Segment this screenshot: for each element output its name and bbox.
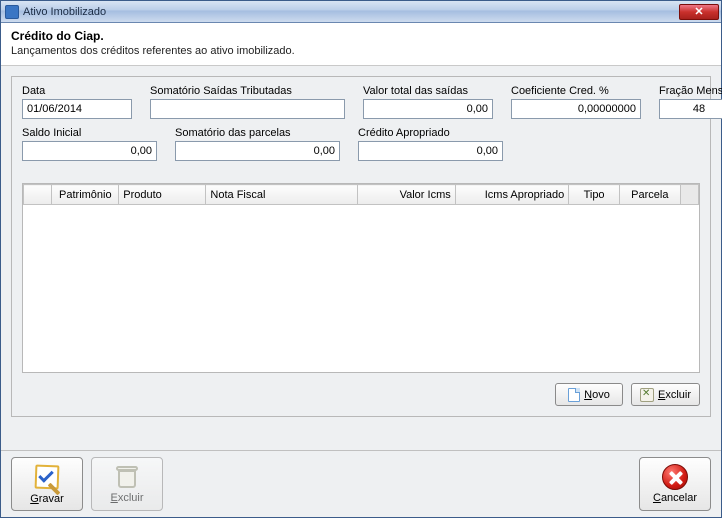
novo-button[interactable]: Novo: [555, 383, 623, 406]
field-credito-apropriado: Crédito Apropriado: [358, 127, 503, 161]
gravar-button[interactable]: Gravar: [11, 457, 83, 511]
col-icms-apropriado[interactable]: Icms Apropriado: [455, 185, 569, 205]
label-data: Data: [22, 85, 132, 97]
col-parcela[interactable]: Parcela: [619, 185, 680, 205]
col-scroll-gutter: [680, 185, 698, 205]
save-icon: [33, 463, 61, 491]
page-subtitle: Lançamentos dos créditos referentes ao a…: [11, 45, 711, 57]
titlebar: Ativo Imobilizado ✕: [1, 1, 721, 23]
col-selector[interactable]: [24, 185, 52, 205]
col-valor-icms[interactable]: Valor Icms: [358, 185, 455, 205]
field-somatorio-saidas-tributadas: Somatório Saídas Tributadas: [150, 85, 345, 119]
trash-icon: [114, 464, 140, 490]
label-fracao-mensal: Fração Mensal: [659, 85, 722, 97]
cancelar-button[interactable]: Cancelar: [639, 457, 711, 511]
col-produto[interactable]: Produto: [119, 185, 206, 205]
input-fracao-mensal[interactable]: [659, 99, 722, 119]
page-title: Crédito do Ciap.: [11, 29, 711, 43]
app-icon: [5, 5, 19, 19]
label-somatorio-parcelas: Somatório das parcelas: [175, 127, 340, 139]
header-panel: Crédito do Ciap. Lançamentos dos crédito…: [1, 23, 721, 66]
field-fracao-mensal: Fração Mensal: [659, 85, 722, 119]
novo-underline: N: [584, 389, 592, 401]
toolbar-spacer: [171, 457, 631, 511]
input-credito-apropriado[interactable]: [358, 141, 503, 161]
input-valor-total-saidas[interactable]: [363, 99, 493, 119]
grid-buttons: Novo Excluir: [22, 383, 700, 406]
label-credito-apropriado: Crédito Apropriado: [358, 127, 503, 139]
novo-rest: ovo: [592, 389, 610, 401]
bottom-toolbar: Gravar Excluir Cancelar: [1, 450, 721, 517]
field-data: Data: [22, 85, 132, 119]
close-icon: ✕: [694, 5, 703, 18]
close-button[interactable]: ✕: [679, 4, 719, 20]
excluir-row-rest: xcluir: [665, 389, 691, 401]
delete-row-icon: [640, 388, 654, 402]
field-saldo-inicial: Saldo Inicial: [22, 127, 157, 161]
label-valor-total-saidas: Valor total das saídas: [363, 85, 493, 97]
grid[interactable]: Patrimônio Produto Nota Fiscal Valor Icm…: [22, 183, 700, 373]
file-icon: [568, 388, 580, 402]
col-nota-fiscal[interactable]: Nota Fiscal: [206, 185, 358, 205]
field-valor-total-saidas: Valor total das saídas: [363, 85, 493, 119]
excluir-row-button[interactable]: Excluir: [631, 383, 700, 406]
col-patrimonio[interactable]: Patrimônio: [52, 185, 119, 205]
field-coeficiente-cred: Coeficiente Cred. %: [511, 85, 641, 119]
input-somatorio-saidas-tributadas[interactable]: [150, 99, 345, 119]
form-row-2: Saldo Inicial Somatório das parcelas Cré…: [22, 127, 700, 161]
excluir-button: Excluir: [91, 457, 163, 511]
col-tipo[interactable]: Tipo: [569, 185, 620, 205]
label-saldo-inicial: Saldo Inicial: [22, 127, 157, 139]
label-somatorio-saidas-tributadas: Somatório Saídas Tributadas: [150, 85, 345, 97]
input-data[interactable]: [22, 99, 132, 119]
window: Ativo Imobilizado ✕ Crédito do Ciap. Lan…: [0, 0, 722, 518]
form-box: Data Somatório Saídas Tributadas Valor t…: [11, 76, 711, 417]
cancel-icon: [662, 464, 688, 490]
grid-table: Patrimônio Produto Nota Fiscal Valor Icm…: [23, 184, 699, 205]
label-coeficiente-cred: Coeficiente Cred. %: [511, 85, 641, 97]
input-coeficiente-cred[interactable]: [511, 99, 641, 119]
input-saldo-inicial[interactable]: [22, 141, 157, 161]
window-title: Ativo Imobilizado: [23, 6, 679, 18]
form-row-1: Data Somatório Saídas Tributadas Valor t…: [22, 85, 700, 119]
input-somatorio-parcelas[interactable]: [175, 141, 340, 161]
field-somatorio-parcelas: Somatório das parcelas: [175, 127, 340, 161]
content-area: Data Somatório Saídas Tributadas Valor t…: [1, 66, 721, 450]
